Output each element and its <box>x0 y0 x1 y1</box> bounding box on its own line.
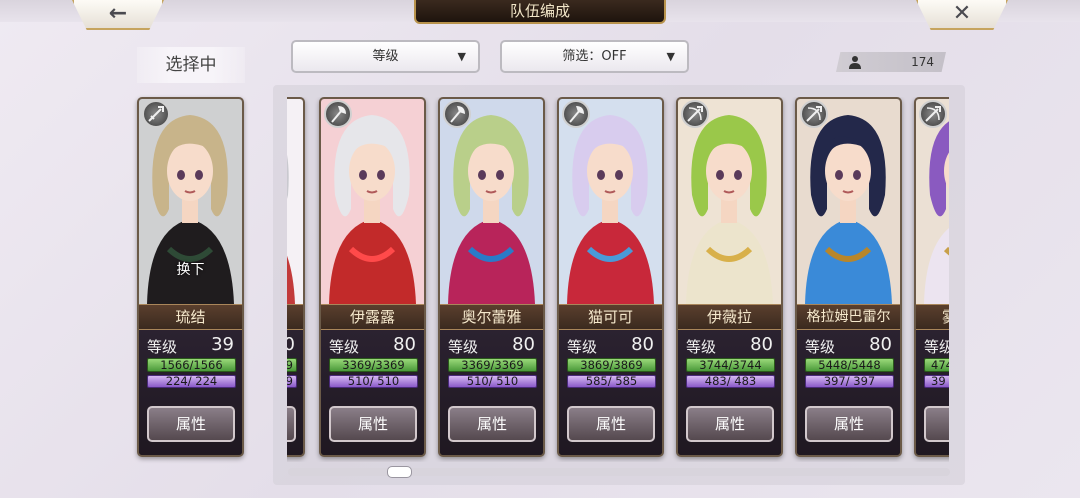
unit-stats: 等级 80 3869/3869 585/ 585 属性 <box>559 330 662 455</box>
unit-stats: 等级 80 3369/3369 510/ 510 属性 <box>440 330 543 455</box>
back-arrow-icon: ← <box>108 1 128 26</box>
caret-down-icon: ▼ <box>457 50 466 63</box>
person-icon <box>848 55 862 69</box>
attribute-button[interactable]: 属性 <box>805 406 893 442</box>
attribute-button[interactable]: 属性 <box>924 406 949 442</box>
unit-count: 174 <box>911 55 934 69</box>
level-label: 等级 <box>805 338 836 356</box>
unit-stats: 等级 80 9 9 属性 <box>287 330 303 455</box>
attribute-button[interactable]: 属性 <box>287 406 296 442</box>
swap-out-label: 换下 <box>176 262 205 278</box>
caret-down-icon: ▼ <box>666 50 675 63</box>
mp-bar: 9 <box>287 375 297 388</box>
filter-dropdown[interactable]: 筛选：OFF ▼ <box>500 40 689 73</box>
unit-card[interactable]: 等级 80 9 9 属性 <box>287 97 305 457</box>
unit-stats: 等级 80 5448/5448 397/ 397 属性 <box>797 330 900 455</box>
unit-portrait <box>559 99 662 304</box>
unit-counter: 174 <box>836 52 946 72</box>
unit-name: 奥尔蕾雅 <box>440 304 543 330</box>
unit-name: 伊薇拉 <box>678 304 781 330</box>
close-button[interactable]: ✕ <box>916 0 1008 30</box>
hp-bar: 3869/3869 <box>567 358 656 372</box>
bow-icon <box>919 100 947 128</box>
unit-card[interactable]: 换下 琉结 等级 39 1566/1566 224/ 224 属性 <box>137 97 244 457</box>
unit-name: 格拉姆巴雷尔 <box>797 304 900 330</box>
attribute-button[interactable]: 属性 <box>147 406 235 442</box>
mp-bar: 224/ 224 <box>147 375 236 388</box>
unit-card[interactable]: 伊薇拉 等级 80 3744/3744 483/ 483 属性 <box>676 97 783 457</box>
bow-icon <box>681 100 709 128</box>
mp-bar: 397/ 397 <box>805 375 894 388</box>
mp-bar: 585/ 585 <box>567 375 656 388</box>
unit-stats: 等级 80 3744/3744 483/ 483 属性 <box>678 330 781 455</box>
unit-card-list[interactable]: 等级 80 9 9 属性 伊露露 等级 80 3369/3369 510/ 51… <box>287 97 949 462</box>
hp-bar: 9 <box>287 358 297 372</box>
unit-portrait <box>321 99 424 304</box>
level-label: 等级 <box>329 338 360 356</box>
weapon-type-icon <box>142 100 170 128</box>
mp-bar: 510/ 510 <box>329 375 418 388</box>
page-title: 队伍编成 <box>414 0 666 24</box>
level-value: 80 <box>512 334 535 355</box>
unit-name: 雾 <box>916 304 949 330</box>
unit-card[interactable]: 猫可可 等级 80 3869/3869 585/ 585 属性 <box>557 97 664 457</box>
attribute-button[interactable]: 属性 <box>448 406 536 442</box>
bow-icon <box>800 100 828 128</box>
selecting-label: 选择中 <box>137 47 245 83</box>
hp-bar: 474 <box>924 358 949 372</box>
unit-stats: 等级 474 39 属性 <box>916 330 949 455</box>
unit-name <box>287 304 303 330</box>
attribute-button[interactable]: 属性 <box>686 406 774 442</box>
back-button[interactable]: ← <box>72 0 164 30</box>
attribute-button[interactable]: 属性 <box>329 406 417 442</box>
level-label: 等级 <box>924 338 949 356</box>
level-label: 等级 <box>686 338 717 356</box>
unit-portrait <box>440 99 543 304</box>
unit-portrait <box>678 99 781 304</box>
attribute-button[interactable]: 属性 <box>567 406 655 442</box>
unit-stats: 等级 39 1566/1566 224/ 224 属性 <box>139 330 242 455</box>
level-label: 等级 <box>147 338 178 356</box>
hp-bar: 3369/3369 <box>448 358 537 372</box>
level-value: 80 <box>393 334 416 355</box>
unit-name: 伊露露 <box>321 304 424 330</box>
scrollbar-thumb[interactable] <box>387 466 412 478</box>
hp-bar: 3744/3744 <box>686 358 775 372</box>
unit-card[interactable]: 奥尔蕾雅 等级 80 3369/3369 510/ 510 属性 <box>438 97 545 457</box>
unit-name: 琉结 <box>139 304 242 330</box>
unit-portrait <box>797 99 900 304</box>
level-value: 80 <box>750 334 773 355</box>
unit-card[interactable]: 雾 等级 474 39 属性 <box>914 97 949 457</box>
unit-portrait <box>287 99 303 304</box>
unit-stats: 等级 80 3369/3369 510/ 510 属性 <box>321 330 424 455</box>
unit-portrait <box>916 99 949 304</box>
mp-bar: 483/ 483 <box>686 375 775 388</box>
sort-dropdown[interactable]: 等级 ▼ <box>291 40 480 73</box>
hp-bar: 1566/1566 <box>147 358 236 372</box>
current-unit-card[interactable]: 换下 琉结 等级 39 1566/1566 224/ 224 属性 <box>137 97 244 457</box>
level-label: 等级 <box>567 338 598 356</box>
level-value: 80 <box>287 334 295 355</box>
sort-dropdown-value: 等级 <box>372 49 399 64</box>
unit-card[interactable]: 格拉姆巴雷尔 等级 80 5448/5448 397/ 397 属性 <box>795 97 902 457</box>
mp-bar: 510/ 510 <box>448 375 537 388</box>
unit-name: 猫可可 <box>559 304 662 330</box>
mp-bar: 39 <box>924 375 949 388</box>
level-value: 80 <box>631 334 654 355</box>
level-label: 等级 <box>448 338 479 356</box>
hp-bar: 5448/5448 <box>805 358 894 372</box>
unit-card[interactable]: 伊露露 等级 80 3369/3369 510/ 510 属性 <box>319 97 426 457</box>
axe-icon <box>443 100 471 128</box>
hp-bar: 3369/3369 <box>329 358 418 372</box>
close-icon: ✕ <box>952 1 972 26</box>
axe-icon <box>324 100 352 128</box>
level-value: 80 <box>869 334 892 355</box>
axe-icon <box>562 100 590 128</box>
level-value: 39 <box>211 334 234 355</box>
filter-dropdown-value: 筛选：OFF <box>562 49 627 64</box>
